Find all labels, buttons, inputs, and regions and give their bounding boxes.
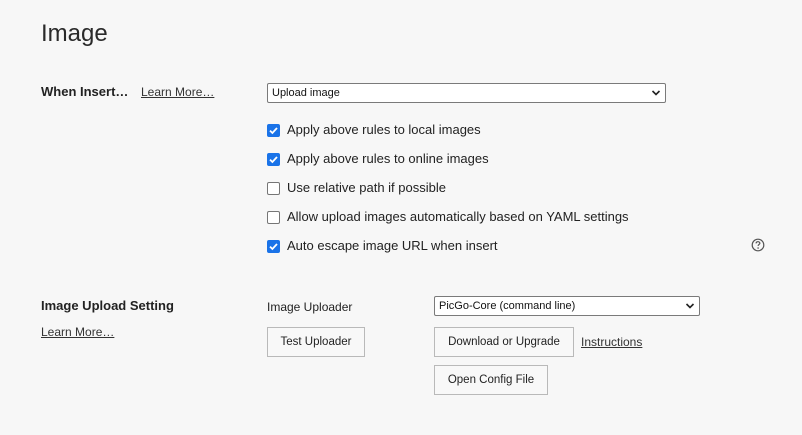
checkbox-auto-escape[interactable]: Auto escape image URL when insert bbox=[267, 237, 498, 255]
checkbox-checked-icon[interactable] bbox=[267, 239, 280, 253]
question-circle-icon[interactable] bbox=[751, 238, 765, 252]
checkbox-unchecked-icon[interactable] bbox=[267, 181, 280, 195]
checkbox-label: Apply above rules to online images bbox=[287, 151, 489, 166]
chevron-down-icon bbox=[651, 90, 661, 96]
image-uploader-select[interactable]: PicGo-Core (command line) bbox=[434, 296, 700, 316]
when-insert-select[interactable]: Upload image bbox=[267, 83, 666, 103]
image-uploader-label: Image Uploader bbox=[267, 300, 353, 314]
checkbox-online-images[interactable]: Apply above rules to online images bbox=[267, 150, 489, 168]
checkbox-label: Auto escape image URL when insert bbox=[287, 238, 498, 253]
checkbox-yaml-upload[interactable]: Allow upload images automatically based … bbox=[267, 208, 629, 226]
checkbox-checked-icon[interactable] bbox=[267, 152, 280, 166]
checkbox-relative-path[interactable]: Use relative path if possible bbox=[267, 179, 446, 197]
when-insert-learn-more-link[interactable]: Learn More… bbox=[141, 84, 214, 100]
test-uploader-button[interactable]: Test Uploader bbox=[267, 327, 365, 357]
checkbox-unchecked-icon[interactable] bbox=[267, 210, 280, 224]
when-insert-select-value: Upload image bbox=[272, 87, 340, 99]
when-insert-label: When Insert… bbox=[41, 84, 129, 99]
checkbox-label: Use relative path if possible bbox=[287, 180, 446, 195]
image-preferences-page: Image When Insert… Learn More… Upload im… bbox=[0, 0, 802, 435]
chevron-down-icon bbox=[685, 303, 695, 309]
open-config-file-button[interactable]: Open Config File bbox=[434, 365, 548, 395]
checkbox-local-images[interactable]: Apply above rules to local images bbox=[267, 121, 481, 139]
checkbox-checked-icon[interactable] bbox=[267, 123, 280, 137]
download-upgrade-button[interactable]: Download or Upgrade bbox=[434, 327, 574, 357]
upload-setting-label: Image Upload Setting bbox=[41, 298, 174, 313]
page-title: Image bbox=[41, 20, 108, 47]
image-uploader-select-value: PicGo-Core (command line) bbox=[439, 300, 576, 312]
instructions-link[interactable]: Instructions bbox=[581, 334, 642, 350]
upload-setting-learn-more-link[interactable]: Learn More… bbox=[41, 324, 114, 340]
checkbox-label: Allow upload images automatically based … bbox=[287, 209, 629, 224]
checkbox-label: Apply above rules to local images bbox=[287, 122, 481, 137]
